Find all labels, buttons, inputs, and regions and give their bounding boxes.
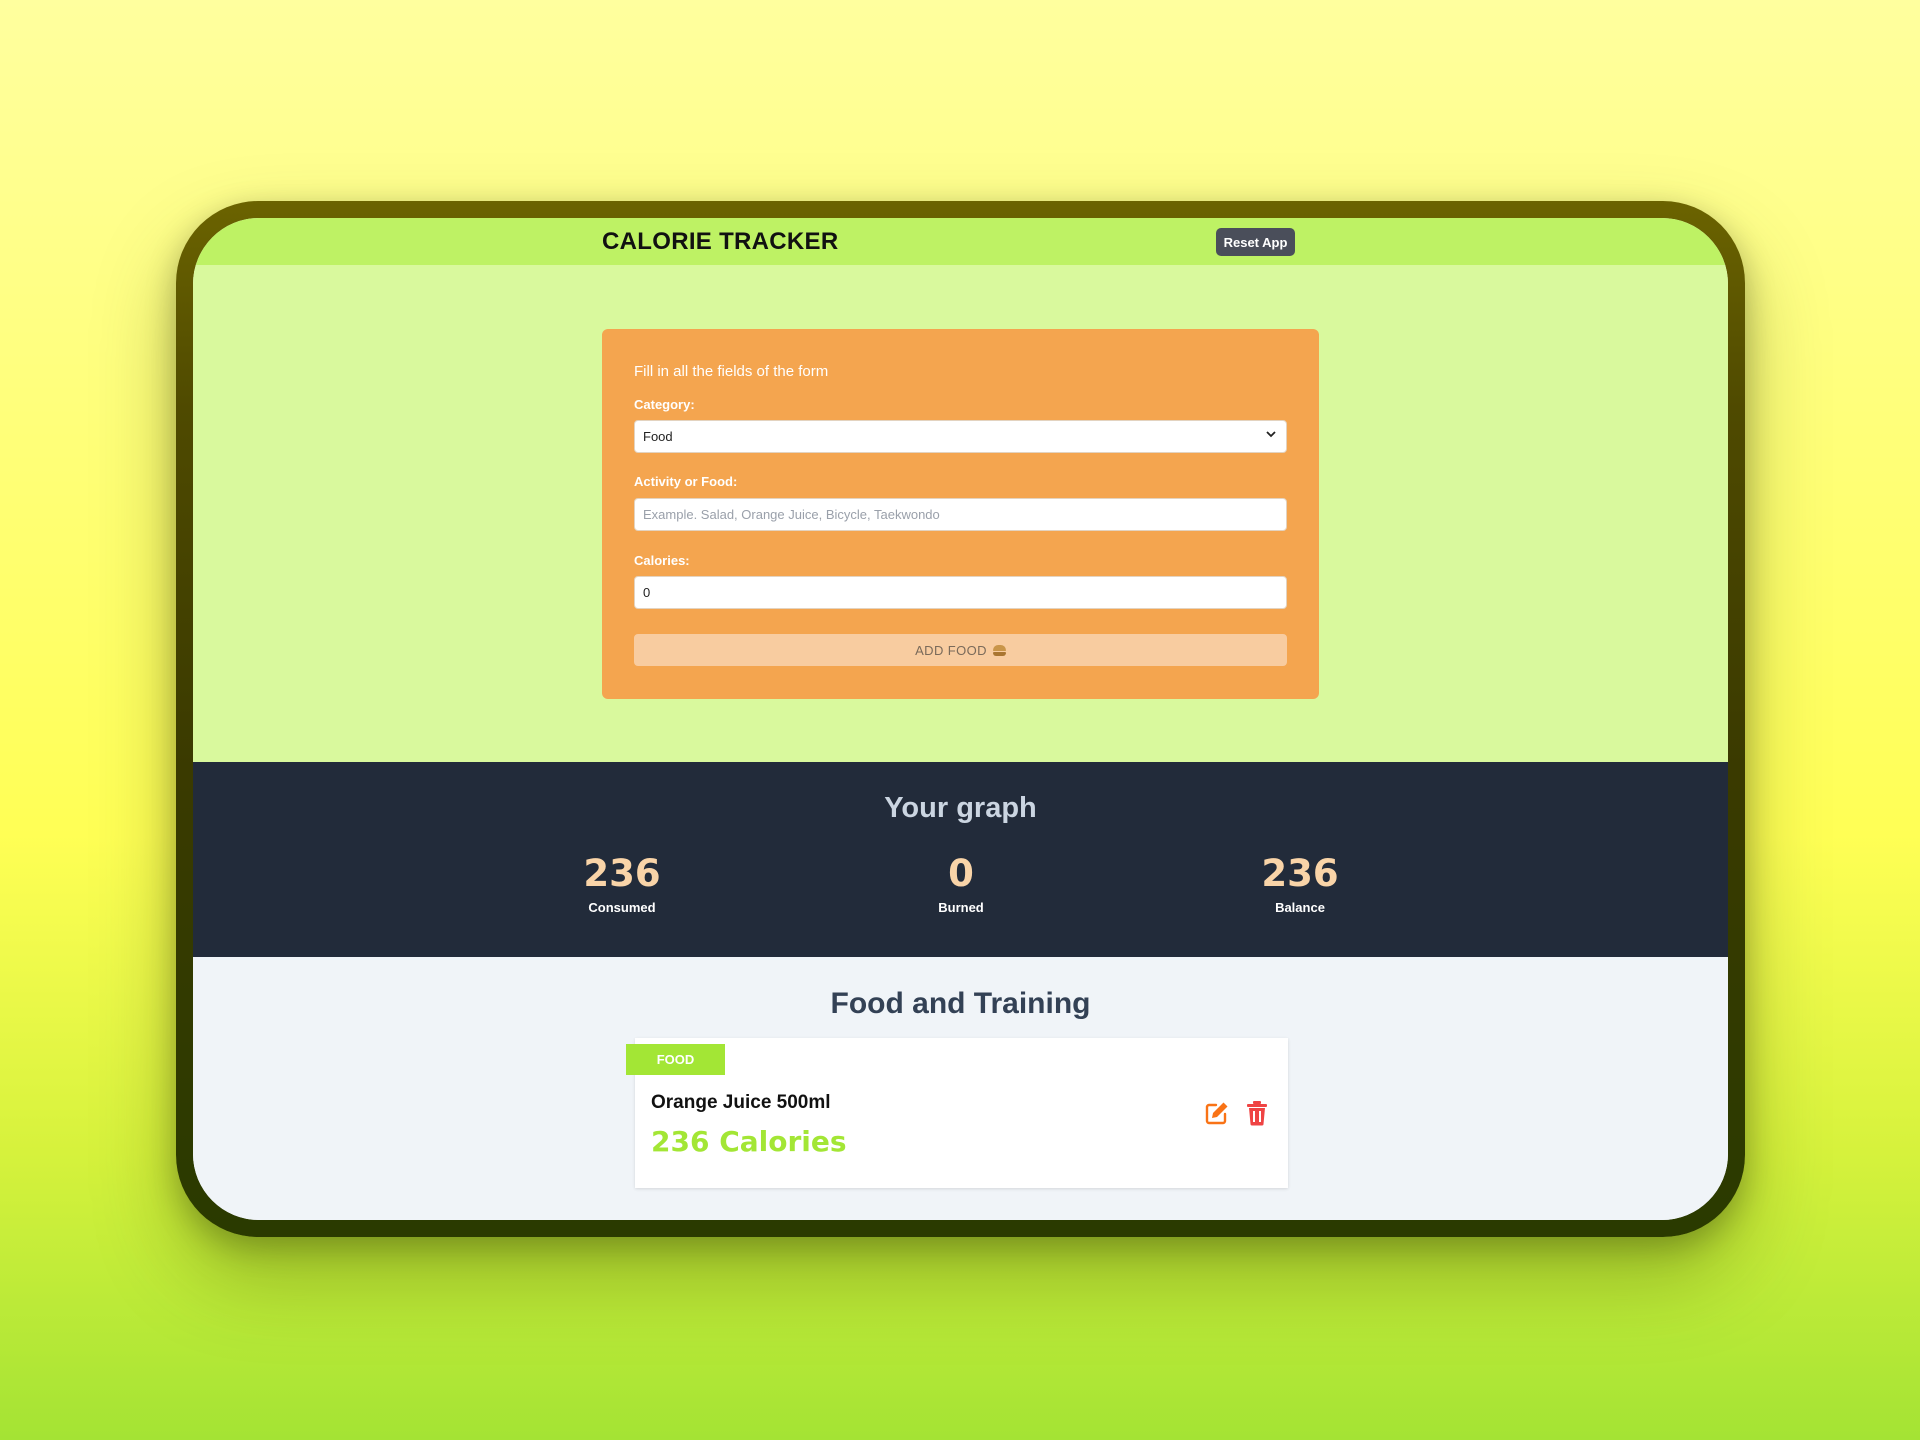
category-badge: FOOD <box>626 1044 725 1075</box>
app-header: CALORIE TRACKER Reset App <box>193 218 1728 265</box>
entry-form: Fill in all the fields of the form Categ… <box>602 329 1319 699</box>
list-item: FOOD Orange Juice 500ml 236 Calories <box>626 1038 1288 1188</box>
stat-value: 236 <box>583 852 661 895</box>
item-calories: 236 Calories <box>651 1125 847 1158</box>
activity-list-section: Food and Training FOOD Orange Juice 500m… <box>193 957 1728 1220</box>
trash-icon[interactable] <box>1246 1100 1268 1126</box>
calories-label: Calories: <box>634 553 690 568</box>
chevron-down-icon <box>1266 429 1276 442</box>
graph-section: Your graph 236 Consumed 0 Burned 236 Bal… <box>193 762 1728 957</box>
reset-app-button[interactable]: Reset App <box>1216 228 1295 256</box>
graph-title: Your graph <box>884 792 1037 824</box>
stat-consumed: 236 Consumed <box>552 855 692 915</box>
burger-icon <box>992 644 1006 656</box>
stat-label: Burned <box>938 900 984 915</box>
app-screen: CALORIE TRACKER Reset App Fill in all th… <box>193 218 1728 1220</box>
calories-input[interactable]: 0 <box>634 576 1287 609</box>
form-section: Fill in all the fields of the form Categ… <box>193 265 1728 762</box>
item-name: Orange Juice 500ml <box>651 1092 831 1113</box>
list-title: Food and Training <box>830 987 1091 1020</box>
add-food-button-label: ADD FOOD <box>915 642 987 658</box>
activity-label: Activity or Food: <box>634 474 738 489</box>
stat-burned: 0 Burned <box>891 855 1031 915</box>
stat-value: 236 <box>1261 852 1339 895</box>
edit-icon[interactable] <box>1204 1100 1230 1126</box>
category-label: Category: <box>634 397 695 412</box>
category-select[interactable]: Food <box>634 420 1287 453</box>
calories-input-value: 0 <box>643 585 651 600</box>
form-intro: Fill in all the fields of the form <box>634 363 829 380</box>
category-select-value: Food <box>643 429 673 444</box>
activity-input[interactable]: Example. Salad, Orange Juice, Bicycle, T… <box>634 498 1287 531</box>
app-title: CALORIE TRACKER <box>602 228 839 255</box>
activity-input-placeholder: Example. Salad, Orange Juice, Bicycle, T… <box>643 507 940 522</box>
stat-label: Balance <box>1275 900 1325 915</box>
stat-balance: 236 Balance <box>1230 855 1370 915</box>
stat-label: Consumed <box>588 900 656 915</box>
stat-value: 0 <box>948 852 974 895</box>
add-food-button[interactable]: ADD FOOD <box>634 634 1287 666</box>
tablet-frame: CALORIE TRACKER Reset App Fill in all th… <box>176 201 1745 1237</box>
